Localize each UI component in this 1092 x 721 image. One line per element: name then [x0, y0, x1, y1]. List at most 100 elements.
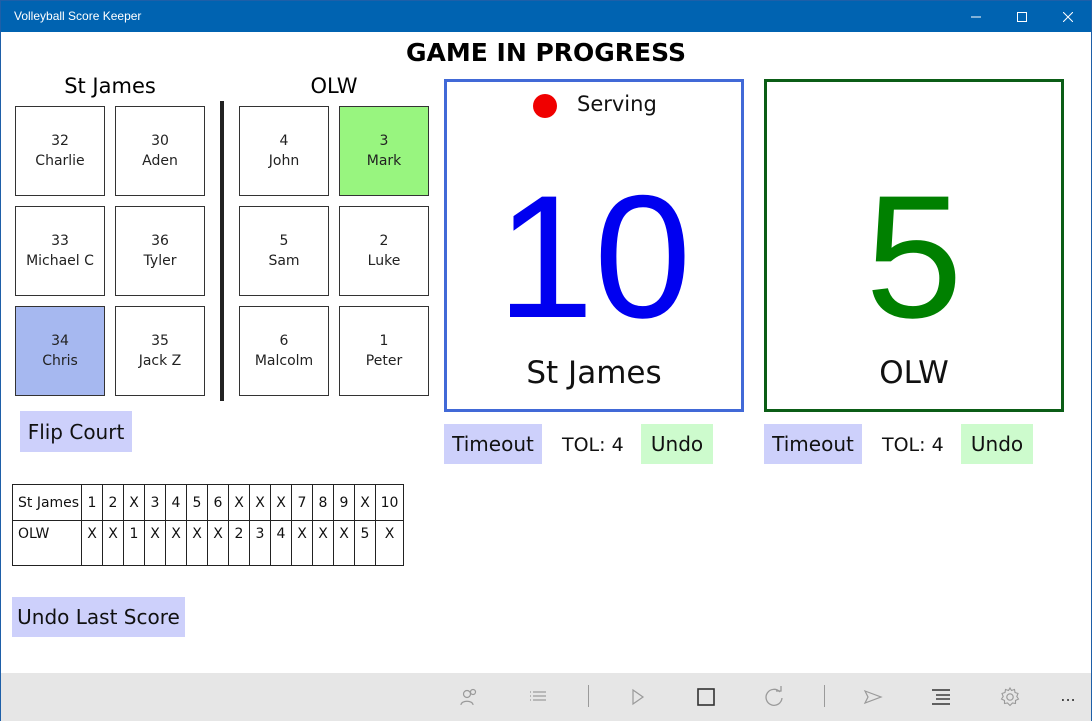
player-card[interactable]: 36 Tyler: [115, 206, 205, 296]
player-number: 1: [379, 333, 389, 349]
player-name: Aden: [142, 153, 178, 169]
score-cell: 4: [270, 520, 292, 566]
score-cell: 4: [165, 484, 187, 521]
right-team-label: OLW: [310, 74, 358, 98]
command-bar: ...: [1, 673, 1091, 721]
score-cell: X: [81, 520, 103, 566]
left-timeouts-left: TOL: 4: [562, 434, 624, 456]
player-name: Michael C: [26, 253, 94, 269]
table-row: OLW X X 1 X X X X 2 3 4 X X X 5 X: [12, 520, 404, 566]
player-number: 30: [151, 133, 169, 149]
app-window: Volleyball Score Keeper GAME IN PROGRESS…: [0, 0, 1092, 721]
play-icon[interactable]: [622, 683, 652, 711]
flip-court-button[interactable]: Flip Court: [20, 411, 132, 452]
left-timeout-button[interactable]: Timeout: [444, 424, 542, 464]
right-score-panel[interactable]: 5 OLW: [764, 79, 1064, 412]
people-icon[interactable]: [454, 683, 484, 711]
score-cell: X: [249, 484, 271, 521]
score-cell: 3: [144, 484, 166, 521]
score-cell: 7: [291, 484, 313, 521]
player-card[interactable]: 33 Michael C: [15, 206, 105, 296]
title-bar: Volleyball Score Keeper: [1, 1, 1091, 32]
player-name: John: [268, 153, 300, 169]
minimize-button[interactable]: [953, 1, 999, 32]
minimize-icon: [971, 16, 981, 17]
close-icon: [1063, 11, 1073, 22]
left-score-panel[interactable]: Serving 10 St James: [444, 79, 744, 412]
more-icon[interactable]: ...: [1053, 681, 1083, 709]
player-number: 4: [279, 133, 289, 149]
player-card[interactable]: 30 Aden: [115, 106, 205, 196]
send-icon[interactable]: [858, 683, 888, 711]
list-icon[interactable]: [523, 683, 553, 711]
score-cell: X: [102, 520, 124, 566]
score-cell: X: [291, 520, 313, 566]
player-card[interactable]: 1 Peter: [339, 306, 429, 396]
player-card-selected[interactable]: 3 Mark: [339, 106, 429, 196]
player-name: Peter: [365, 353, 403, 369]
gear-icon[interactable]: [995, 683, 1025, 711]
player-number: 33: [51, 233, 69, 249]
player-card[interactable]: 35 Jack Z: [115, 306, 205, 396]
maximize-button[interactable]: [999, 1, 1045, 32]
player-number: 35: [151, 333, 169, 349]
player-name: Mark: [366, 153, 402, 169]
player-number: 32: [51, 133, 69, 149]
window-title: Volleyball Score Keeper: [14, 9, 142, 23]
score-cell: 2: [102, 484, 124, 521]
player-card-selected[interactable]: 34 Chris: [15, 306, 105, 396]
menu-icon[interactable]: [926, 683, 956, 711]
left-team-label: St James: [64, 74, 156, 98]
score-cell: X: [207, 520, 229, 566]
score-cell: 5: [186, 484, 208, 521]
score-cell: X: [123, 484, 145, 521]
score-cell: X: [144, 520, 166, 566]
score-cell: X: [228, 484, 250, 521]
player-card[interactable]: 6 Malcolm: [239, 306, 329, 396]
score-cell: 5: [354, 520, 376, 566]
player-number: 34: [51, 333, 69, 349]
score-cell: X: [165, 520, 187, 566]
score-sheet-team: OLW: [12, 520, 82, 566]
player-name: Tyler: [143, 253, 177, 269]
right-score-team: OLW: [879, 355, 949, 391]
serving-label: Serving: [577, 92, 657, 116]
player-name: Malcolm: [254, 353, 314, 369]
score-cell: X: [312, 520, 334, 566]
page-title: GAME IN PROGRESS: [405, 38, 687, 67]
score-cell: X: [270, 484, 292, 521]
player-card[interactable]: 32 Charlie: [15, 106, 105, 196]
right-score: 5: [865, 160, 963, 355]
undo-last-score-button[interactable]: Undo Last Score: [12, 597, 185, 637]
score-cell: 9: [333, 484, 355, 521]
serving-indicator-icon: [533, 94, 557, 118]
court-net-divider: [220, 101, 224, 401]
stop-icon[interactable]: [691, 683, 721, 711]
player-name: Luke: [367, 253, 401, 269]
player-card[interactable]: 4 John: [239, 106, 329, 196]
separator: [824, 685, 825, 707]
left-score: 10: [496, 160, 692, 355]
score-sheet-table: St James 1 2 X 3 4 5 6 X X X 7 8 9 X 10 …: [12, 484, 404, 566]
player-card[interactable]: 2 Luke: [339, 206, 429, 296]
player-name: Jack Z: [138, 353, 182, 369]
score-cell: 1: [81, 484, 103, 521]
right-undo-button[interactable]: Undo: [961, 424, 1033, 464]
score-cell: 1: [123, 520, 145, 566]
player-name: Chris: [42, 353, 78, 369]
player-number: 36: [151, 233, 169, 249]
score-cell: 6: [207, 484, 229, 521]
player-number: 3: [379, 133, 389, 149]
score-cell: X: [186, 520, 208, 566]
table-row: St James 1 2 X 3 4 5 6 X X X 7 8 9 X 10: [12, 484, 404, 521]
right-timeouts-left: TOL: 4: [882, 434, 944, 456]
close-button[interactable]: [1045, 1, 1091, 32]
score-cell: X: [333, 520, 355, 566]
player-number: 2: [379, 233, 389, 249]
left-undo-button[interactable]: Undo: [641, 424, 713, 464]
refresh-icon[interactable]: [759, 683, 789, 711]
score-cell: 2: [228, 520, 250, 566]
player-card[interactable]: 5 Sam: [239, 206, 329, 296]
score-cell: 3: [249, 520, 271, 566]
right-timeout-button[interactable]: Timeout: [764, 424, 862, 464]
